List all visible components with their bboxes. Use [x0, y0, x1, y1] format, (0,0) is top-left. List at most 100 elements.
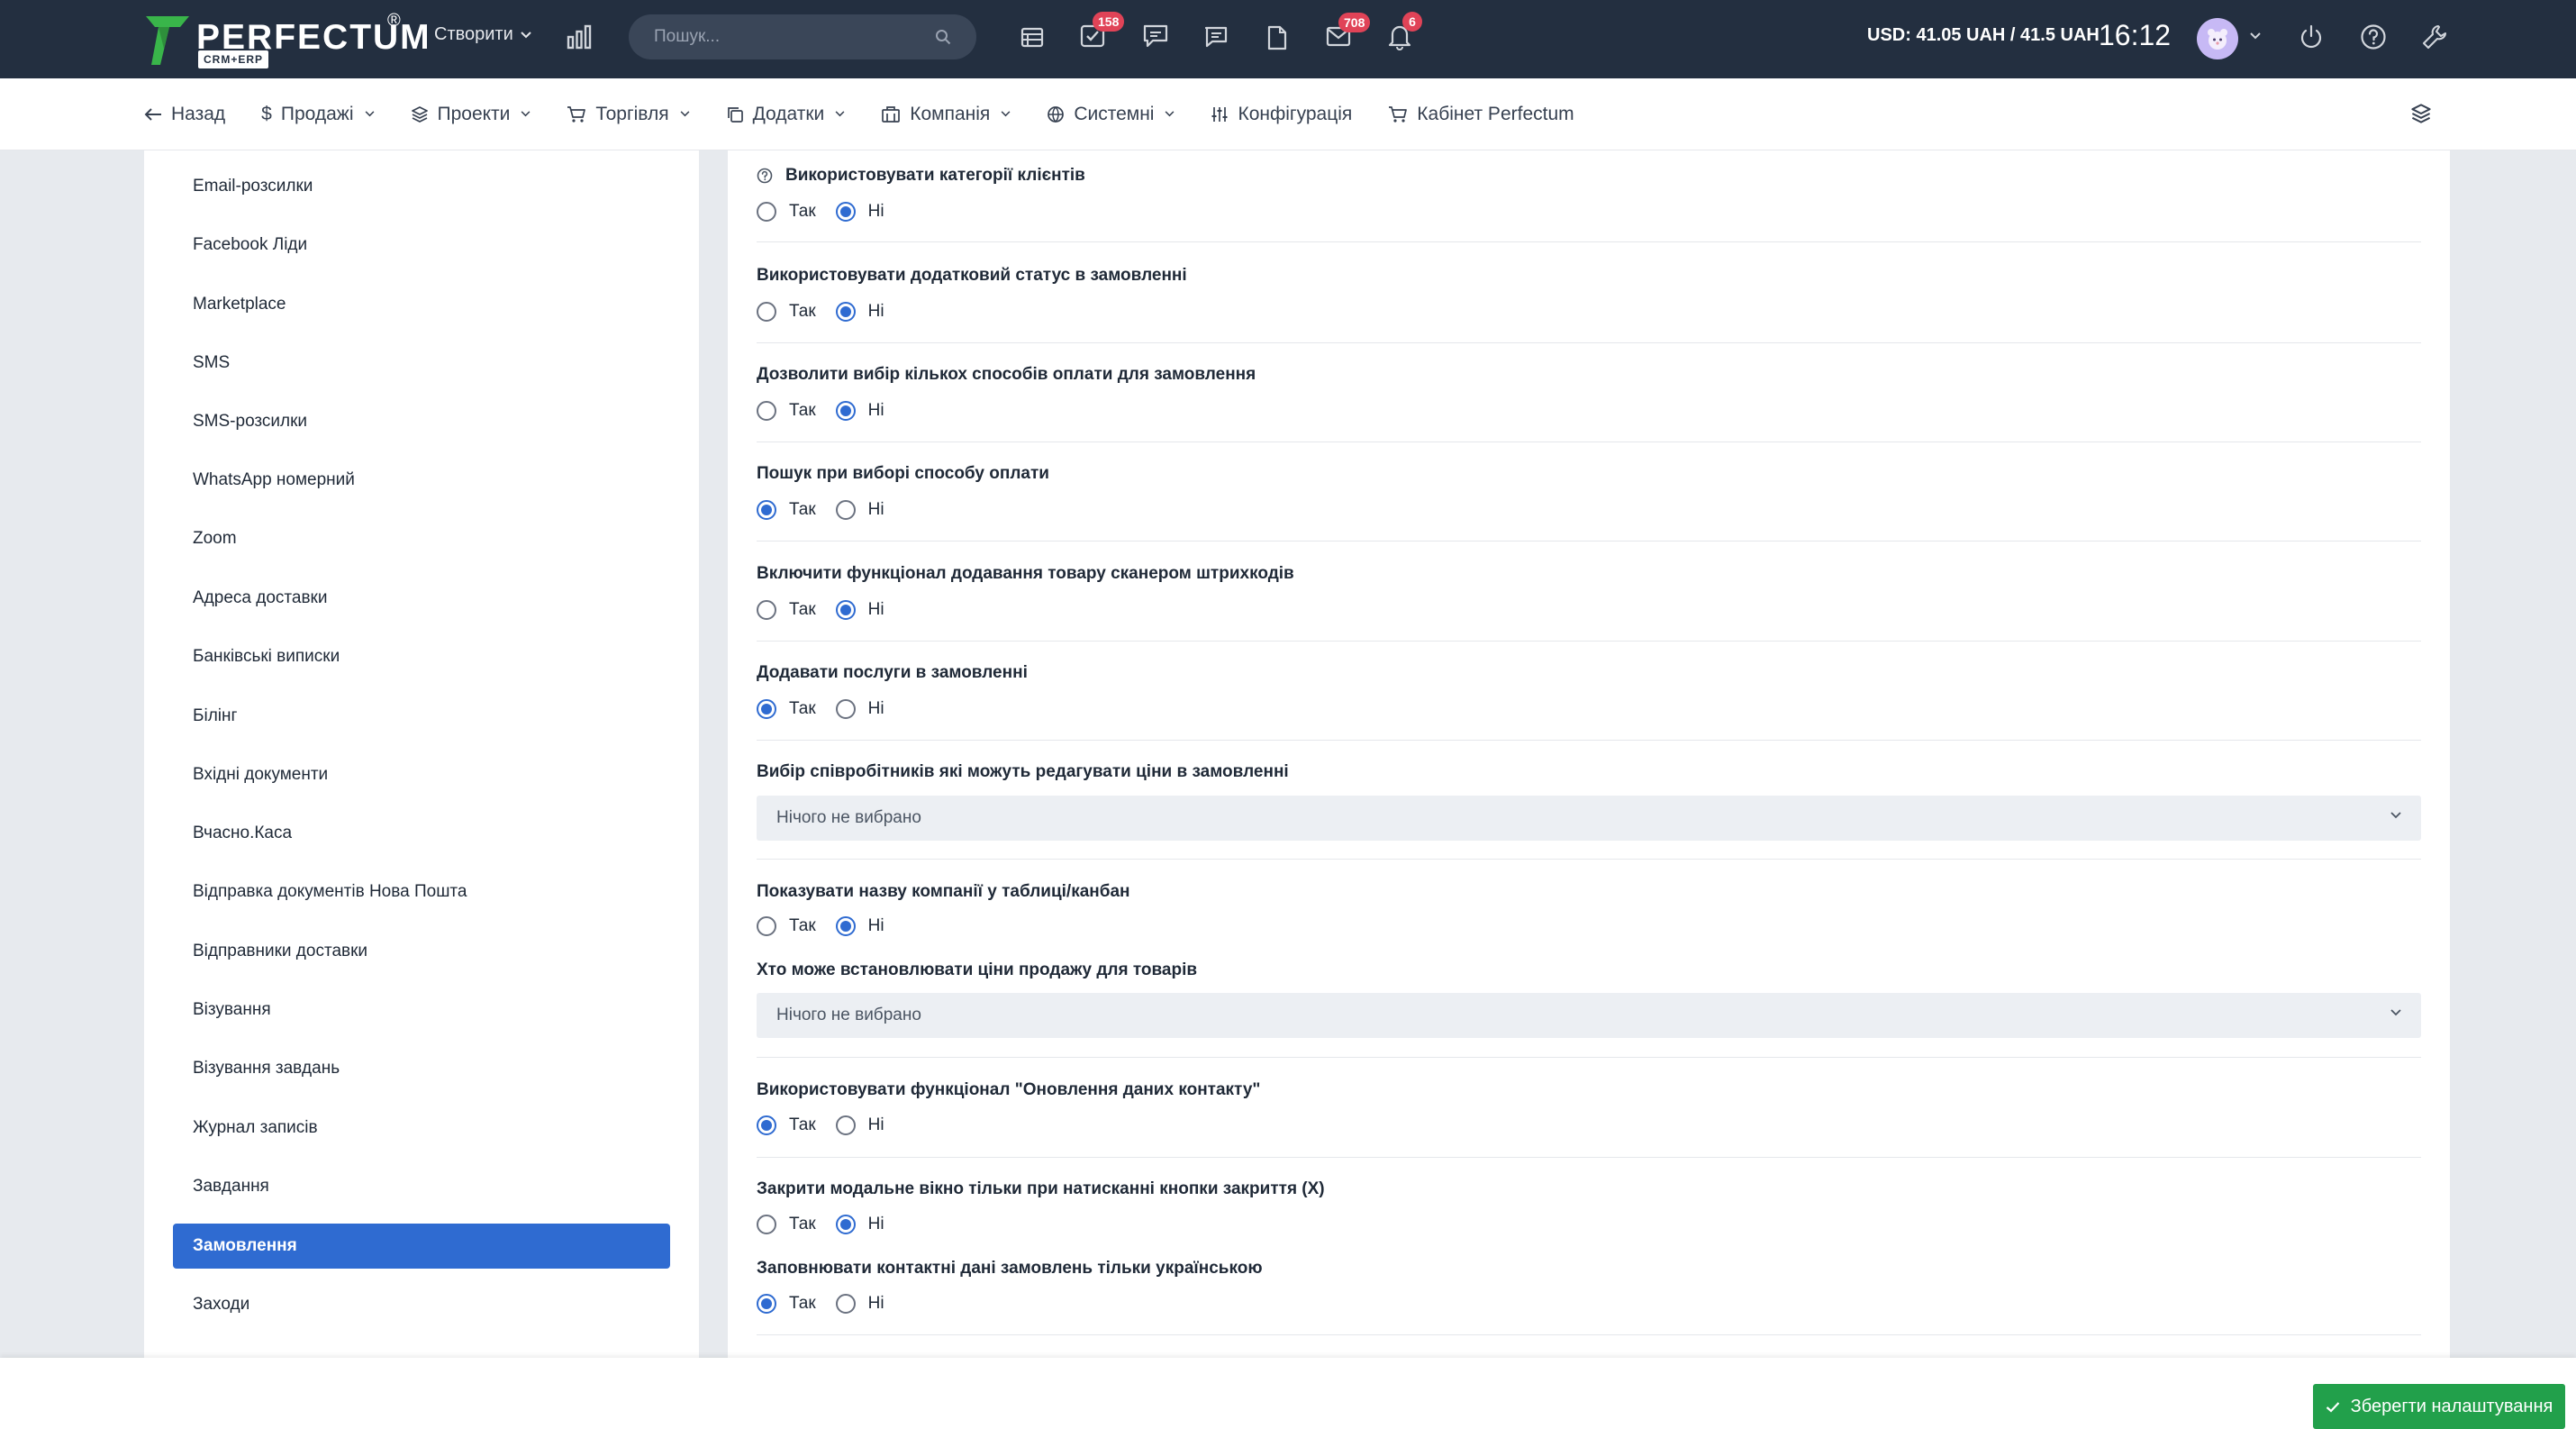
nav-label: Додатки — [752, 103, 825, 124]
sliders-icon — [1211, 106, 1228, 122]
top-bar: PERFECTUM ® CRM+ERP Створити 158 — [0, 0, 2576, 78]
sidebar-item-nova-poshta-documents[interactable]: Відправка документів Нова Пошта — [173, 869, 670, 915]
setting-title: Закрити модальне вікно тільки при натиск… — [757, 1179, 1325, 1198]
employee-price-edit-select[interactable]: Нічого не вибрано — [757, 796, 2421, 841]
radio-yes[interactable]: Так — [757, 699, 816, 719]
currency-rate: USD: 41.05 UAH / 41.5 UAH — [1867, 25, 2100, 45]
nav-label: Продажі — [280, 103, 354, 124]
radio-yes[interactable]: Так — [757, 302, 816, 322]
radio-no[interactable]: Ні — [835, 600, 884, 620]
secondary-nav: Назад $ Продажі Проекти Торгівля Додатки… — [0, 78, 2576, 150]
radio-circle — [835, 202, 856, 222]
radio-yes[interactable]: Так — [757, 202, 816, 222]
sidebar-item-sms[interactable]: SMS — [173, 341, 670, 386]
nav-system[interactable]: Системні — [1047, 104, 1175, 125]
sidebar-item-events[interactable]: Заходи — [173, 1282, 670, 1327]
tasks-button[interactable]: 158 — [1080, 12, 1125, 49]
sidebar-item-orders[interactable]: Замовлення — [173, 1224, 670, 1269]
radio-circle — [757, 600, 776, 620]
check-icon — [2326, 1401, 2339, 1413]
nav-projects[interactable]: Проекти — [411, 104, 531, 125]
arrow-left-icon — [144, 107, 161, 121]
layers-icon[interactable] — [2410, 103, 2432, 124]
sidebar-item-facebook-leads[interactable]: Facebook Ліди — [173, 223, 670, 268]
sidebar-item-log[interactable]: Журнал записів — [173, 1106, 670, 1151]
radio-no[interactable]: Ні — [835, 699, 884, 719]
building-icon — [882, 105, 901, 123]
power-icon[interactable] — [2299, 24, 2324, 50]
mail-button[interactable]: 708 — [1326, 13, 1371, 50]
radio-yes[interactable]: Так — [757, 1294, 816, 1314]
nav-sales[interactable]: $ Продажі — [261, 104, 374, 125]
search-box[interactable] — [629, 14, 976, 59]
chat-icon[interactable] — [1142, 23, 1169, 49]
radio-no[interactable]: Ні — [835, 916, 884, 936]
create-label: Створити — [434, 24, 513, 44]
sidebar-item-zoom[interactable]: Zoom — [173, 516, 670, 561]
setting-title: Включити функціонал додавання товару ска… — [757, 564, 1294, 583]
radio-yes[interactable]: Так — [757, 600, 816, 620]
save-settings-label: Зберегти налаштування — [2350, 1396, 2553, 1416]
user-menu-chevron-icon[interactable] — [2250, 32, 2261, 40]
sidebar-item-email-mailing[interactable]: Email-розсилки — [173, 164, 670, 209]
nav-label: Компанія — [910, 103, 991, 124]
radio-yes[interactable]: Так — [757, 500, 816, 520]
sale-price-setters-select[interactable]: Нічого не вибрано — [757, 993, 2421, 1038]
radio-yes[interactable]: Так — [757, 1115, 816, 1135]
sidebar-item-delivery-address[interactable]: Адреса доставки — [173, 576, 670, 621]
select-value: Нічого не вибрано — [776, 808, 921, 827]
radio-yes[interactable]: Так — [757, 916, 816, 936]
nav-perfectum-cabinet[interactable]: Кабінет Perfectum — [1388, 104, 1574, 125]
sidebar-item-marketplace[interactable]: Marketplace — [173, 282, 670, 327]
mail-badge: 708 — [1338, 13, 1371, 32]
notifications-button[interactable]: 6 — [1388, 12, 1422, 50]
question-circle-icon[interactable] — [757, 168, 773, 184]
radio-circle — [835, 500, 856, 520]
sidebar-item-sms-mailing[interactable]: SMS-розсилки — [173, 399, 670, 444]
radio-no[interactable]: Ні — [835, 500, 884, 520]
setting-radio-group: Так Ні — [757, 915, 884, 938]
sidebar-item-incoming-documents[interactable]: Вхідні документи — [173, 752, 670, 797]
sidebar-item-billing[interactable]: Білінг — [173, 694, 670, 739]
sidebar-item-bank-statements[interactable]: Банківські виписки — [173, 634, 670, 679]
logo[interactable]: PERFECTUM ® CRM+ERP — [144, 11, 430, 68]
save-settings-button[interactable]: Зберегти налаштування — [2313, 1384, 2565, 1429]
radio-yes[interactable]: Так — [757, 1215, 816, 1234]
sidebar-item-delivery-senders[interactable]: Відправники доставки — [173, 929, 670, 974]
radio-circle — [757, 202, 776, 222]
help-icon[interactable] — [2360, 23, 2387, 50]
radio-yes[interactable]: Так — [757, 401, 816, 421]
message-icon[interactable] — [1203, 25, 1229, 49]
search-icon[interactable] — [935, 29, 951, 45]
setting-radio-group: Так Ні — [757, 200, 884, 223]
radio-no[interactable]: Ні — [835, 401, 884, 421]
avatar[interactable] — [2197, 18, 2238, 59]
radio-no[interactable]: Ні — [835, 202, 884, 222]
nav-back[interactable]: Назад — [144, 104, 225, 125]
radio-no[interactable]: Ні — [835, 1294, 884, 1314]
sidebar-item-task-approval[interactable]: Візування завдань — [173, 1046, 670, 1091]
search-input[interactable] — [654, 27, 935, 47]
divider — [757, 441, 2421, 442]
sidebar-item-approval[interactable]: Візування — [173, 988, 670, 1033]
file-icon[interactable] — [1266, 25, 1288, 50]
nav-trade[interactable]: Торгівля — [567, 104, 690, 125]
radio-circle — [835, 1294, 856, 1314]
calendar-icon[interactable] — [1020, 25, 1044, 49]
sidebar-item-vchasno-kasa[interactable]: Вчасно.Каса — [173, 811, 670, 856]
nav-company[interactable]: Компанія — [881, 104, 1011, 125]
nav-configuration[interactable]: Конфігурація — [1211, 104, 1352, 125]
divider — [757, 1334, 2421, 1335]
chevron-down-icon — [521, 31, 531, 38]
radio-no[interactable]: Ні — [835, 1115, 884, 1135]
logo-subtitle: CRM+ERP — [198, 50, 269, 68]
nav-addons[interactable]: Додатки — [726, 104, 846, 125]
chart-icon[interactable] — [567, 24, 592, 50]
sidebar-item-tasks[interactable]: Завдання — [173, 1164, 670, 1209]
wrench-icon[interactable] — [2421, 23, 2448, 50]
radio-no[interactable]: Ні — [835, 1215, 884, 1234]
radio-circle — [757, 500, 776, 520]
sidebar-item-whatsapp[interactable]: WhatsApp номерний — [173, 458, 670, 503]
create-menu[interactable]: Створити — [434, 24, 531, 45]
radio-no[interactable]: Ні — [835, 302, 884, 322]
